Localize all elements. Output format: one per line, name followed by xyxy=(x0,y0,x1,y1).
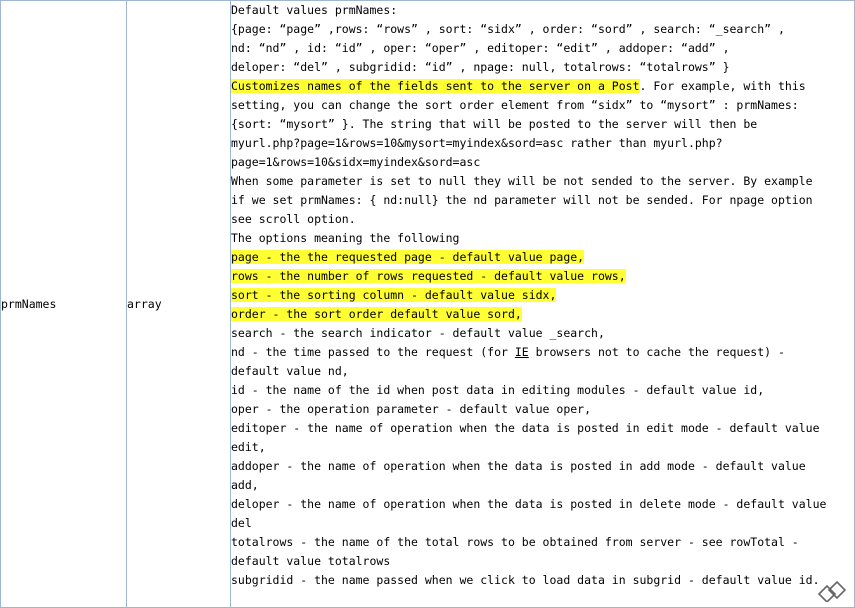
highlighted-option: sort - the sorting column - default valu… xyxy=(231,288,557,302)
text-line: edit, xyxy=(231,440,266,454)
text-line: deloper - the name of operation when the… xyxy=(231,497,827,511)
nd-option-line: nd - the time passed to the request (for… xyxy=(231,343,854,362)
highlighted-option: rows - the number of rows requested - de… xyxy=(231,269,626,283)
text-line: nd: “nd” , id: “id” , oper: “oper” , edi… xyxy=(231,41,730,55)
text-line: sort - the sorting column - default valu… xyxy=(231,286,854,305)
text-line: oper - the operation parameter - default… xyxy=(231,402,592,416)
text-line: {sort: “mysort” }. The string that will … xyxy=(231,117,758,131)
text-line: totalrows - the name of the total rows t… xyxy=(231,535,799,549)
text-line: myurl.php?page=1&rows=10&mysort=myindex&… xyxy=(231,136,723,150)
text-line: Default values prmNames: xyxy=(231,3,398,17)
customize-line: Customizes names of the fields sent to t… xyxy=(231,77,854,96)
highlighted-option: order - the sort order default value sor… xyxy=(231,307,522,321)
param-name-cell: prmNames xyxy=(0,0,127,608)
text-line: setting, you can change the sort order e… xyxy=(231,98,799,112)
param-type-cell: array xyxy=(126,0,231,608)
text-line: add, xyxy=(231,478,259,492)
explanation-block: setting, you can change the sort order e… xyxy=(231,96,854,248)
text-line: default value nd, xyxy=(231,364,349,378)
other-options-block: default value nd, id - the name of the i… xyxy=(231,362,854,590)
text-line: subgridid - the name passed when we clic… xyxy=(231,573,820,587)
highlighted-text: Customizes names of the fields sent to t… xyxy=(231,79,640,93)
text-line: del xyxy=(231,516,252,530)
text-line: search - the search indicator - default … xyxy=(231,326,605,340)
text-line: {page: “page” ,rows: “rows” , sort: “sid… xyxy=(231,22,785,36)
text-line: default value totalrows xyxy=(231,554,391,568)
text-line: page - the the requested page - default … xyxy=(231,248,854,267)
param-description-cell: Default values prmNames: {page: “page” ,… xyxy=(230,0,855,608)
highlighted-options-block: page - the the requested page - default … xyxy=(231,248,854,324)
text-line: page=1&rows=10&sidx=myindex&sord=asc xyxy=(231,155,481,169)
text-line: id - the name of the id when post data i… xyxy=(231,383,765,397)
watermark-logo-icon xyxy=(817,580,847,602)
text-line: When some parameter is set to null they … xyxy=(231,174,813,188)
param-type: array xyxy=(127,297,162,311)
text-line: deloper: “del” , subgridid: “id” , npage… xyxy=(231,60,730,74)
parameter-table: prmNames array Default values prmNames: … xyxy=(0,0,855,608)
text-line: addoper - the name of operation when the… xyxy=(231,459,806,473)
text-line: if we set prmNames: { nd:null} the nd pa… xyxy=(231,193,813,207)
table-row: prmNames array Default values prmNames: … xyxy=(0,0,855,608)
default-values-block: Default values prmNames: {page: “page” ,… xyxy=(231,1,854,77)
text-fragment: . For example, with this xyxy=(639,79,806,93)
text-line: rows - the number of rows requested - de… xyxy=(231,267,854,286)
text-line: order - the sort order default value sor… xyxy=(231,305,854,324)
highlighted-option: page - the the requested page - default … xyxy=(231,250,585,264)
text-line: The options meaning the following xyxy=(231,231,460,245)
text-fragment: browsers not to cache the request) - xyxy=(528,345,785,359)
param-name: prmNames xyxy=(1,297,57,311)
text-line: see scroll option. xyxy=(231,212,356,226)
text-fragment: nd - the time passed to the request (for xyxy=(231,345,515,359)
underlined-ie: IE xyxy=(514,345,529,359)
text-line: editoper - the name of operation when th… xyxy=(231,421,820,435)
